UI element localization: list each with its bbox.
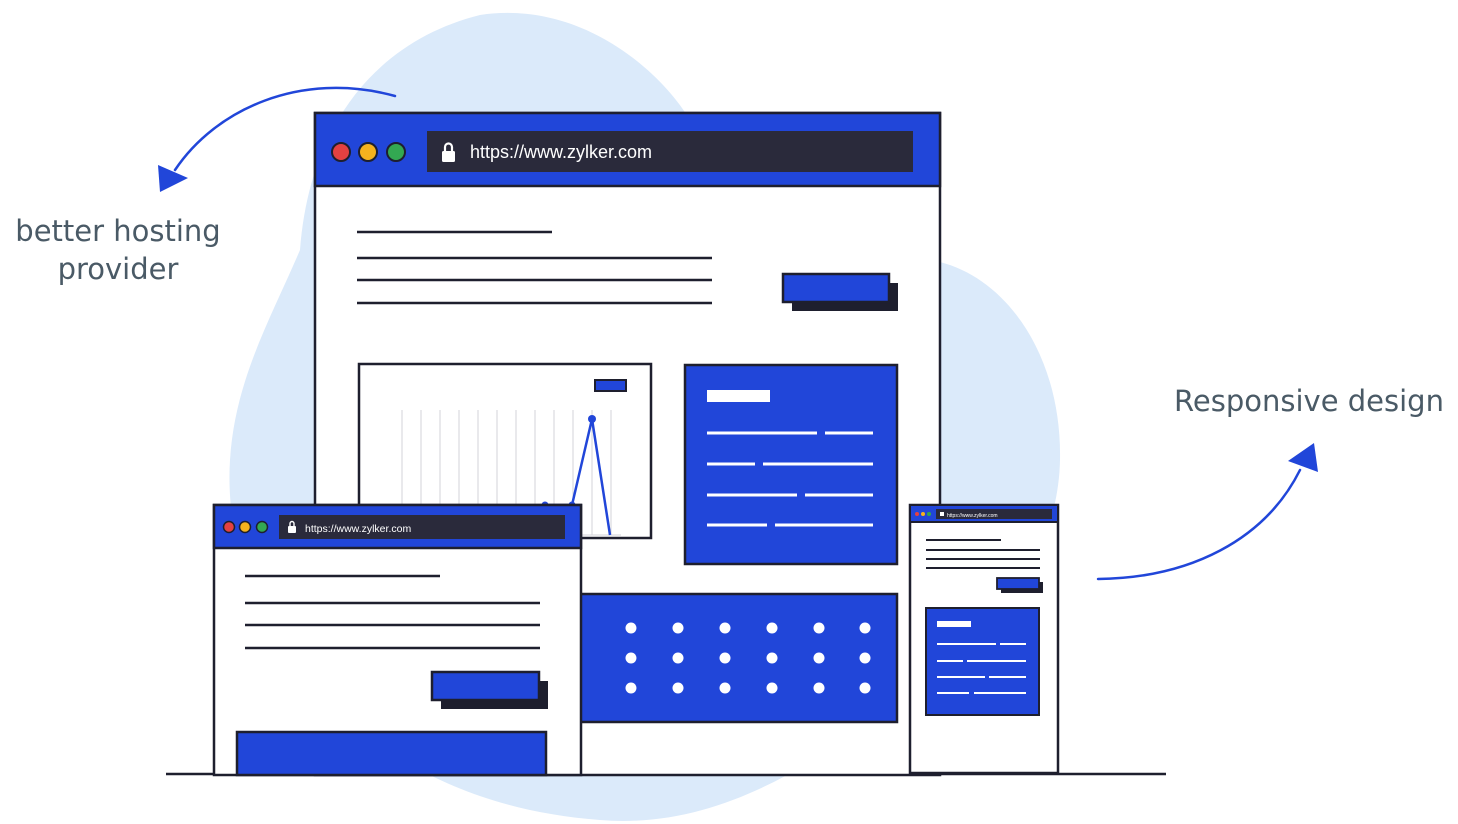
close-dot-icon[interactable] bbox=[915, 512, 919, 516]
label-line: better hosting bbox=[15, 214, 221, 248]
content-block bbox=[235, 730, 548, 777]
content-card bbox=[925, 607, 1040, 716]
minimize-dot-icon[interactable] bbox=[358, 142, 378, 162]
dot-grid-panel bbox=[575, 592, 899, 724]
label-responsive-design: Responsive design bbox=[1174, 384, 1444, 418]
cta-button[interactable] bbox=[781, 272, 898, 311]
lock-icon bbox=[940, 512, 944, 516]
label-line: provider bbox=[57, 252, 179, 286]
maximize-dot-icon[interactable] bbox=[927, 512, 931, 516]
chart-legend-swatch bbox=[594, 379, 627, 392]
curved-arrow-right-icon bbox=[1096, 443, 1318, 581]
minimize-dot-icon[interactable] bbox=[238, 520, 252, 534]
content-card bbox=[683, 363, 899, 566]
close-dot-icon[interactable] bbox=[331, 142, 351, 162]
close-dot-icon[interactable] bbox=[222, 520, 236, 534]
maximize-dot-icon[interactable] bbox=[255, 520, 269, 534]
desktop-url-text: https://www.zylker.com bbox=[470, 142, 652, 162]
phone-url-text: https://www.zylker.com bbox=[947, 513, 998, 519]
label-better-hosting: better hosting provider bbox=[0, 212, 236, 288]
phone-window: https://www.zylker.com bbox=[908, 503, 1060, 775]
cta-button[interactable] bbox=[430, 670, 548, 709]
maximize-dot-icon[interactable] bbox=[386, 142, 406, 162]
minimize-dot-icon[interactable] bbox=[921, 512, 925, 516]
tablet-url-text: https://www.zylker.com bbox=[305, 523, 411, 535]
cta-button[interactable] bbox=[996, 577, 1043, 593]
tablet-window: https://www.zylker.com bbox=[212, 503, 583, 777]
